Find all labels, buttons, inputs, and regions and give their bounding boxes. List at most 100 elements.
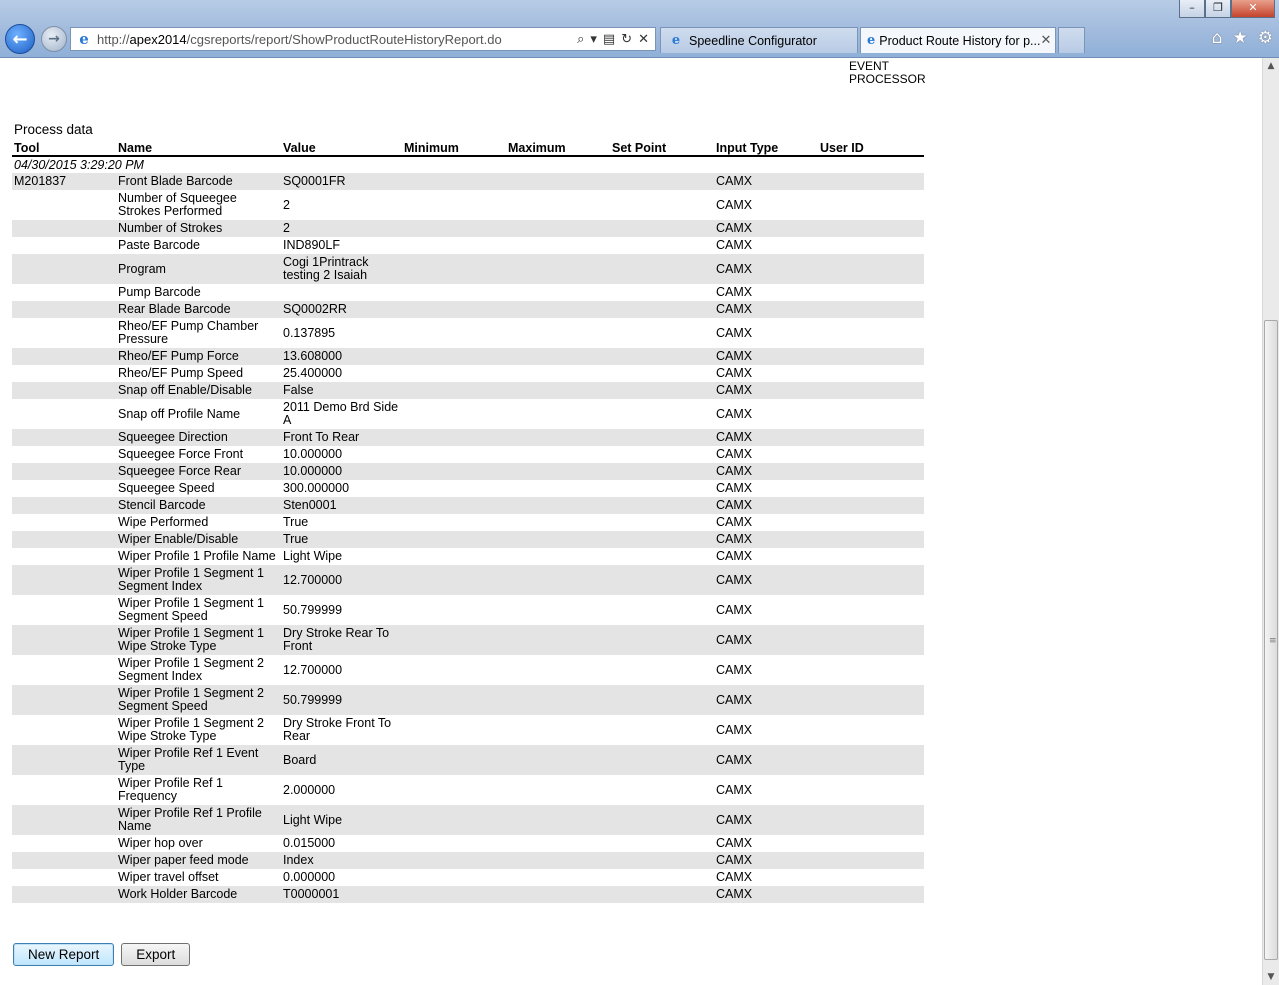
- tab-product-route-history[interactable]: e Product Route History for p... ✕: [860, 27, 1056, 53]
- maximum-cell: [506, 852, 610, 869]
- set-point-cell: [610, 869, 714, 886]
- value-cell: [281, 284, 402, 301]
- minimum-cell: [402, 595, 506, 625]
- tab-label: Product Route History for p...: [879, 33, 1041, 48]
- col-header: Set Point: [610, 140, 714, 157]
- table-row: Wiper Profile 1 Segment 1 Segment Speed 5…: [12, 595, 924, 625]
- input-type-cell: CAMX: [714, 531, 818, 548]
- name-cell: Squeegee Force Front: [116, 446, 281, 463]
- address-bar[interactable]: e http://apex2014/cgsreports/report/Show…: [70, 27, 656, 51]
- name-cell: Rheo/EF Pump Force: [116, 348, 281, 365]
- maximum-cell: [506, 685, 610, 715]
- set-point-cell: [610, 463, 714, 480]
- user-id-cell: [818, 655, 924, 685]
- value-cell: T0000001: [281, 886, 402, 903]
- tool-cell: [12, 745, 116, 775]
- grip-icon: ≡: [1269, 636, 1277, 646]
- set-point-cell: [610, 365, 714, 382]
- input-type-cell: CAMX: [714, 480, 818, 497]
- name-cell: Wiper Profile 1 Segment 1 Segment Index: [116, 565, 281, 595]
- set-point-cell: [610, 531, 714, 548]
- maximum-cell: [506, 565, 610, 595]
- table-row: Program Cogi 1Printrack testing 2 Isaiah C…: [12, 254, 924, 284]
- scroll-up-icon[interactable]: ▲: [1263, 58, 1279, 74]
- name-cell: Number of Strokes: [116, 220, 281, 237]
- tool-cell: [12, 625, 116, 655]
- dropdown-icon[interactable]: ▾: [590, 32, 597, 47]
- minimize-button[interactable]: –: [1179, 0, 1205, 18]
- window-controls: – ❐ ✕: [1179, 0, 1275, 18]
- minimum-cell: [402, 531, 506, 548]
- input-type-cell: CAMX: [714, 775, 818, 805]
- input-type-cell: CAMX: [714, 852, 818, 869]
- user-id-cell: [818, 514, 924, 531]
- new-tab-button[interactable]: [1058, 27, 1085, 53]
- vertical-scrollbar[interactable]: ▲ ≡ ▼: [1262, 58, 1279, 985]
- user-id-cell: [818, 852, 924, 869]
- scroll-down-icon[interactable]: ▼: [1263, 969, 1279, 985]
- input-type-cell: CAMX: [714, 514, 818, 531]
- set-point-cell: [610, 775, 714, 805]
- tool-cell: M201837: [12, 173, 116, 190]
- table-row: Squeegee Direction Front To Rear CAMX: [12, 429, 924, 446]
- home-icon[interactable]: ⌂: [1212, 28, 1223, 48]
- set-point-cell: [610, 237, 714, 254]
- star-icon[interactable]: ★: [1233, 28, 1248, 48]
- value-cell: Cogi 1Printrack testing 2 Isaiah: [281, 254, 402, 284]
- col-header: User ID: [818, 140, 924, 157]
- value-cell: Light Wipe: [281, 548, 402, 565]
- table-row: Rheo/EF Pump Chamber Pressure 0.137895 CAM…: [12, 318, 924, 348]
- refresh-icon[interactable]: ↻: [621, 32, 632, 47]
- table-row: Wiper Profile Ref 1 Event Type Board CAMX: [12, 745, 924, 775]
- minimum-cell: [402, 869, 506, 886]
- maximize-button[interactable]: ❐: [1205, 0, 1231, 18]
- name-cell: Wiper Profile Ref 1 Event Type: [116, 745, 281, 775]
- name-cell: Snap off Profile Name: [116, 399, 281, 429]
- table-row: Rear Blade Barcode SQ0002RR CAMX: [12, 301, 924, 318]
- value-cell: Dry Stroke Front To Rear: [281, 715, 402, 745]
- name-cell: Work Holder Barcode: [116, 886, 281, 903]
- table-row: Pump Barcode CAMX: [12, 284, 924, 301]
- back-arrow-icon[interactable]: ←: [5, 24, 35, 54]
- close-tab-icon[interactable]: ✕: [1040, 33, 1051, 48]
- table-row: Rheo/EF Pump Speed 25.400000 CAMX: [12, 365, 924, 382]
- value-cell: Dry Stroke Rear To Front: [281, 625, 402, 655]
- set-point-cell: [610, 382, 714, 399]
- set-point-cell: [610, 190, 714, 220]
- set-point-cell: [610, 852, 714, 869]
- stop-icon[interactable]: ✕: [638, 32, 649, 47]
- name-cell: Wiper travel offset: [116, 869, 281, 886]
- tool-cell: [12, 399, 116, 429]
- close-window-button[interactable]: ✕: [1231, 0, 1275, 18]
- input-type-cell: CAMX: [714, 745, 818, 775]
- table-row: Squeegee Force Front 10.000000 CAMX: [12, 446, 924, 463]
- tool-cell: [12, 284, 116, 301]
- maximum-cell: [506, 775, 610, 805]
- input-type-cell: CAMX: [714, 869, 818, 886]
- tab-ie-icon: e: [867, 33, 876, 48]
- forward-arrow-icon[interactable]: →: [41, 26, 67, 52]
- maximum-cell: [506, 463, 610, 480]
- new-report-button[interactable]: New Report: [13, 943, 115, 966]
- search-icon[interactable]: ⌕: [577, 32, 584, 47]
- maximum-cell: [506, 655, 610, 685]
- gear-icon[interactable]: ⚙: [1258, 28, 1273, 48]
- set-point-cell: [610, 318, 714, 348]
- table-row: Squeegee Speed 300.000000 CAMX: [12, 480, 924, 497]
- table-row: Paste Barcode IND890LF CAMX: [12, 237, 924, 254]
- table-row: Rheo/EF Pump Force 13.608000 CAMX: [12, 348, 924, 365]
- maximum-cell: [506, 365, 610, 382]
- user-id-cell: [818, 173, 924, 190]
- name-cell: Wiper Profile 1 Profile Name: [116, 548, 281, 565]
- export-button[interactable]: Export: [121, 943, 191, 966]
- browser-toolbar-right: ⌂ ★ ⚙: [1212, 28, 1273, 48]
- set-point-cell: [610, 497, 714, 514]
- table-row: M201837 Front Blade Barcode SQ0001FR CAMX: [12, 173, 924, 190]
- table-row: Wiper Enable/Disable True CAMX: [12, 531, 924, 548]
- maximum-cell: [506, 429, 610, 446]
- maximum-cell: [506, 531, 610, 548]
- scrollbar-thumb[interactable]: ≡: [1264, 320, 1278, 960]
- tab-speedline-configurator[interactable]: e Speedline Configurator: [660, 27, 858, 53]
- compatibility-icon[interactable]: ▤: [603, 32, 615, 47]
- input-type-cell: CAMX: [714, 284, 818, 301]
